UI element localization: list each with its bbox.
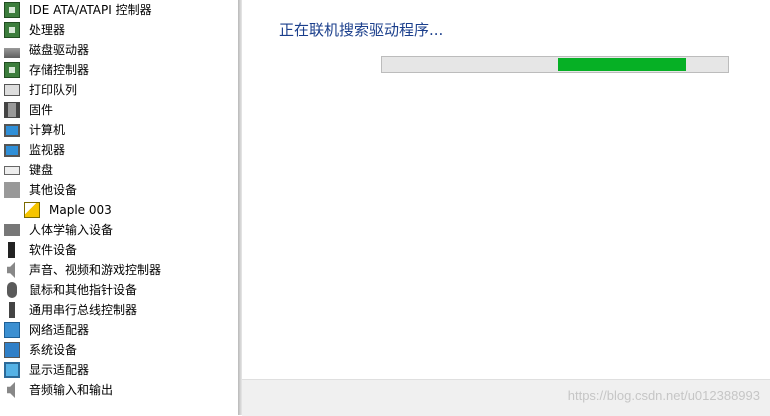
tree-item-label: 监视器 [29,143,66,157]
network-adapter-icon [4,322,20,338]
tree-item[interactable]: 存储控制器 [4,60,89,80]
tree-item[interactable]: 键盘 [4,160,53,180]
storage-controller-icon [4,62,20,78]
tree-item-label: 通用串行总线控制器 [29,303,138,317]
tree-item[interactable]: 显示适配器 [4,360,89,380]
tree-item-label: IDE ATA/ATAPI 控制器 [29,3,152,17]
sound-icon [7,262,15,278]
tree-item[interactable]: 磁盘驱动器 [4,40,89,60]
processor-icon [4,22,20,38]
tree-item-label: 人体学输入设备 [29,223,114,237]
tree-item-label: 音频输入和输出 [29,383,114,397]
other-devices-icon [4,182,20,198]
tree-item-label: 固件 [29,103,54,117]
tree-item-label: 存储控制器 [29,63,90,77]
tree-item[interactable]: 声音、视频和游戏控制器 [4,260,161,280]
firmware-icon [4,102,20,118]
tree-item-label: Maple 003 [49,203,112,217]
tree-item[interactable]: 监视器 [4,140,65,160]
tree-item-label: 其他设备 [29,183,78,197]
usb-icon [9,302,15,318]
tree-item[interactable]: 打印队列 [4,80,77,100]
audio-io-icon [7,382,15,398]
printer-icon [4,84,20,96]
tree-item-label: 网络适配器 [29,323,90,337]
tree-item-label: 计算机 [29,123,66,137]
search-progress-bar [381,56,729,73]
tree-item[interactable]: 计算机 [4,120,65,140]
tree-item-label: 磁盘驱动器 [29,43,90,57]
device-tree: IDE ATA/ATAPI 控制器 处理器磁盘驱动器存储控制器打印队列固件计算机监… [0,0,238,415]
tree-item[interactable]: 其他设备 [4,180,77,200]
tree-item[interactable]: 网络适配器 [4,320,89,340]
tree-item[interactable]: IDE ATA/ATAPI 控制器 [4,0,152,20]
tree-item[interactable]: 处理器 [4,20,65,40]
tree-item[interactable]: Maple 003 [24,200,112,220]
dialog-footer: https://blog.csdn.net/u012388993 [242,379,770,416]
tree-item-label: 键盘 [29,163,54,177]
tree-item-label: 鼠标和其他指针设备 [29,283,138,297]
tree-item-label: 软件设备 [29,243,78,257]
tree-item[interactable]: 固件 [4,100,53,120]
software-device-icon [8,242,15,258]
tree-item[interactable]: 通用串行总线控制器 [4,300,137,320]
computer-icon [4,123,20,137]
tree-item-label: 显示适配器 [29,363,90,377]
search-status-text: 正在联机搜索驱动程序... [279,21,444,39]
tree-item-label: 处理器 [29,23,66,37]
system-device-icon [4,342,20,358]
display-adapter-icon [4,362,20,378]
tree-item[interactable]: 人体学输入设备 [4,220,113,240]
disk-drive-icon [4,48,20,58]
ide-controller-icon [4,2,20,18]
mouse-icon [7,282,17,298]
tree-item[interactable]: 系统设备 [4,340,77,360]
tree-item-label: 系统设备 [29,343,78,357]
monitor-icon [4,143,20,157]
progress-fill [558,58,686,71]
driver-update-dialog: 正在联机搜索驱动程序... https://blog.csdn.net/u012… [242,0,770,416]
watermark-text: https://blog.csdn.net/u012388993 [567,388,760,403]
tree-item[interactable]: 音频输入和输出 [4,380,113,400]
tree-item[interactable]: 鼠标和其他指针设备 [4,280,137,300]
keyboard-icon [4,165,20,175]
tree-item[interactable]: 软件设备 [4,240,77,260]
warning-device-icon [24,202,40,218]
hid-icon [4,224,20,236]
tree-item-label: 声音、视频和游戏控制器 [29,263,162,277]
tree-item-label: 打印队列 [29,83,78,97]
